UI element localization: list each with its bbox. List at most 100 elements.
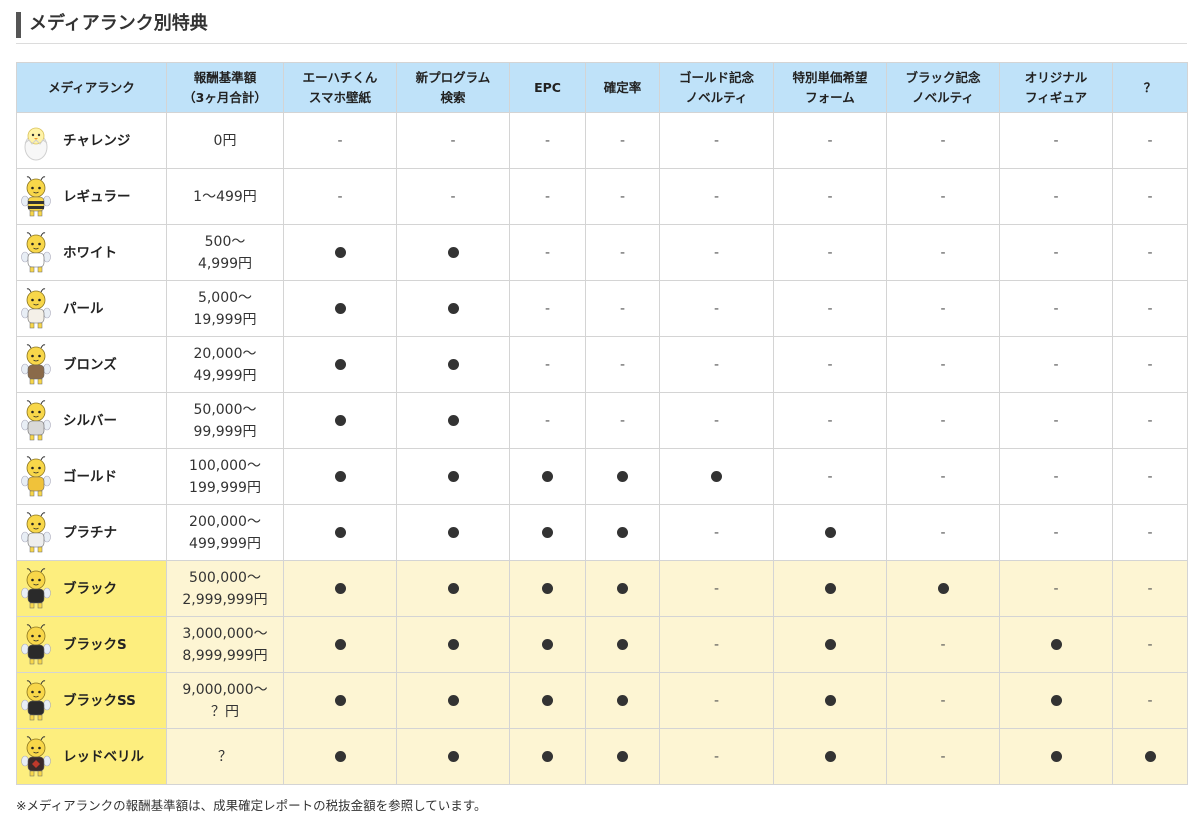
table-header-row: メディアランク 報酬基準額 （3ヶ月合計） エーハチくん スマホ壁紙 新プログラム 検索 EP… [16, 62, 1188, 113]
benefit-cell: - [773, 168, 887, 225]
column-header-text: フォーム [805, 89, 855, 105]
benefit-cell: - [659, 336, 774, 393]
reward-amount-text: 99,999円 [193, 423, 257, 440]
benefit-unavailable-dash: - [1147, 356, 1153, 373]
benefit-cell: - [999, 168, 1113, 225]
benefit-unavailable-dash: - [940, 356, 946, 373]
column-header: ブラック記念 ノベルティ [886, 62, 1000, 113]
benefit-unavailable-dash: - [1147, 580, 1153, 597]
benefit-cell: - [773, 112, 887, 169]
benefit-available-dot [824, 583, 836, 594]
bee-black-icon [21, 567, 51, 608]
table-row: ブロンズ 20,000～ 49,999円 - - - - - - - [16, 336, 1188, 393]
benefit-unavailable-dash: - [713, 412, 720, 429]
benefit-cell [396, 504, 510, 561]
benefit-available-dot [334, 751, 346, 762]
benefit-available-dot [447, 415, 459, 426]
benefit-unavailable-dash: - [544, 412, 551, 429]
reward-amount-text: ？円 [211, 703, 239, 720]
column-header-text: ノベルティ [685, 89, 748, 105]
benefit-available-dot [447, 527, 459, 538]
benefit-unavailable-dash: - [619, 300, 626, 317]
benefit-available-dot [617, 527, 628, 538]
column-header-text: 報酬基準額 [193, 69, 257, 85]
column-header: オリジナル フィギュア [999, 62, 1113, 113]
benefit-cell: - [886, 224, 1000, 281]
rank-name: シルバー [63, 412, 117, 429]
reward-amount-text: 49,999円 [193, 367, 257, 384]
benefit-cell: - [999, 280, 1113, 337]
rank-cell: ブロンズ [16, 336, 167, 393]
benefit-cell [283, 392, 397, 449]
benefit-cell [585, 672, 660, 729]
rank-name: チャレンジ [63, 132, 131, 149]
benefit-unavailable-dash: - [827, 188, 833, 205]
egg-chick-icon [24, 127, 48, 160]
benefit-cell [283, 336, 397, 393]
benefit-cell [283, 672, 397, 729]
rank-cell: ブラック [16, 560, 167, 617]
benefit-cell: - [585, 224, 660, 281]
column-header-text: メディアランク [48, 79, 135, 95]
benefit-cell: - [283, 112, 397, 169]
benefit-unavailable-dash: - [619, 244, 626, 261]
benefit-cell: - [886, 448, 1000, 505]
benefit-unavailable-dash: - [940, 748, 946, 765]
benefit-unavailable-dash: - [1053, 412, 1059, 429]
benefit-unavailable-dash: - [940, 412, 946, 429]
benefit-cell: - [1112, 448, 1188, 505]
benefit-cell: - [396, 112, 510, 169]
benefit-unavailable-dash: - [713, 580, 720, 597]
reward-amount-cell: 50,000～ 99,999円 [166, 392, 284, 449]
benefit-available-dot [334, 583, 346, 594]
column-header-text: 確定率 [603, 79, 642, 95]
reward-amount-text: 200,000～ [189, 513, 261, 530]
benefit-cell [886, 560, 1000, 617]
benefit-unavailable-dash: - [544, 356, 551, 373]
benefit-cell [396, 280, 510, 337]
benefit-available-dot [937, 583, 949, 594]
benefit-unavailable-dash: - [1053, 244, 1059, 261]
benefit-cell: - [999, 112, 1113, 169]
benefit-cell: - [1112, 168, 1188, 225]
benefit-cell [773, 672, 887, 729]
rank-name: プラチナ [63, 524, 117, 541]
benefit-cell: - [509, 280, 586, 337]
benefit-cell: - [585, 336, 660, 393]
benefit-cell: - [1112, 672, 1188, 729]
benefit-unavailable-dash: - [1053, 188, 1059, 205]
benefit-available-dot [542, 695, 553, 706]
benefit-cell: - [1112, 616, 1188, 673]
reward-amount-cell: 500～ 4,999円 [166, 224, 284, 281]
benefit-available-dot [334, 695, 346, 706]
benefit-cell [396, 336, 510, 393]
column-header-text: 新プログラム [415, 69, 491, 85]
reward-amount-text: 2,999,999円 [182, 591, 268, 608]
bee-gold-icon [21, 455, 51, 496]
benefit-available-dot [617, 695, 628, 706]
benefit-cell [396, 392, 510, 449]
benefit-cell: - [509, 392, 586, 449]
benefit-unavailable-dash: - [1053, 132, 1059, 149]
benefit-cell [773, 560, 887, 617]
reward-amount-cell: 9,000,000～ ？円 [166, 672, 284, 729]
benefit-available-dot [334, 639, 346, 650]
rank-name: ブラックSS [63, 692, 136, 709]
benefit-available-dot [542, 583, 553, 594]
table-row: レッドベリル ？ - - [16, 728, 1188, 785]
reward-amount-cell: ？ [166, 728, 284, 785]
benefit-unavailable-dash: - [619, 356, 626, 373]
benefit-cell: - [509, 336, 586, 393]
benefit-cell: - [659, 224, 774, 281]
benefit-cell [585, 728, 660, 785]
benefit-available-dot [542, 527, 553, 538]
benefit-cell: - [999, 448, 1113, 505]
benefit-unavailable-dash: - [940, 188, 946, 205]
benefit-unavailable-dash: - [544, 188, 551, 205]
benefit-unavailable-dash: - [827, 356, 833, 373]
column-header: 確定率 [585, 62, 660, 113]
benefit-unavailable-dash: - [713, 524, 720, 541]
benefit-unavailable-dash: - [619, 188, 626, 205]
benefit-cell: - [585, 112, 660, 169]
rank-name: レッドベリル [63, 748, 144, 765]
